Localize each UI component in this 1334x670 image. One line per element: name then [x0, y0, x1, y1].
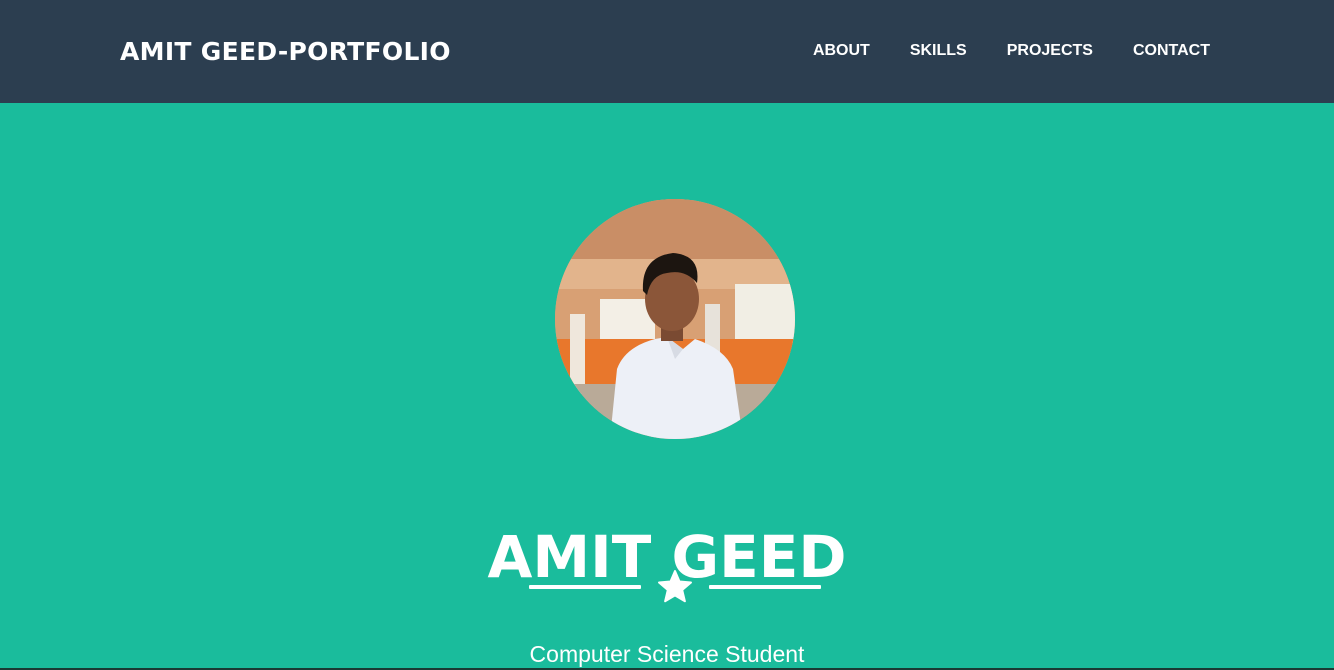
nav-link-skills[interactable]: SKILLS: [910, 38, 967, 64]
avatar: [555, 199, 795, 439]
nav-link-about[interactable]: ABOUT: [813, 38, 870, 64]
hero-subtitle: Computer Science Student: [529, 641, 805, 667]
hero-section: AMIT GEED Computer Science Student: [0, 103, 1334, 670]
divider: [529, 569, 821, 605]
nav-link-contact[interactable]: CONTACT: [1133, 38, 1210, 64]
nav-link-projects[interactable]: PROJECTS: [1007, 38, 1093, 64]
divider-line-right: [709, 585, 821, 589]
brand-link[interactable]: AMIT GEED-PORTFOLIO: [120, 33, 451, 71]
profile-photo: [555, 199, 795, 439]
star-icon: [658, 570, 692, 603]
nav-links: ABOUT SKILLS PROJECTS CONTACT: [813, 38, 1210, 64]
navbar: AMIT GEED-PORTFOLIO ABOUT SKILLS PROJECT…: [0, 0, 1334, 103]
divider-line-left: [529, 585, 641, 589]
